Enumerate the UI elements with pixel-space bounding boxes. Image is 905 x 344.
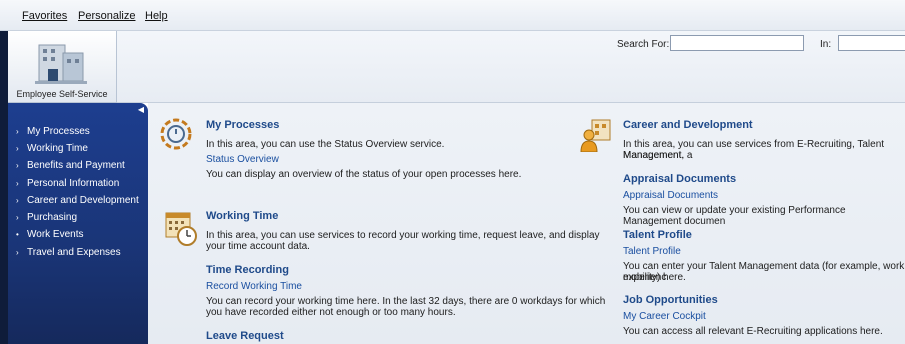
subsection-title-time-recording: Time Recording xyxy=(206,264,289,276)
time-recording-text-2: you have recorded either not enough or t… xyxy=(206,307,456,318)
link-talent-profile[interactable]: Talent Profile xyxy=(623,246,681,257)
link-status-overview[interactable]: Status Overview xyxy=(206,154,279,165)
chevron-right-icon: › xyxy=(16,144,19,153)
sidebar-item-label: Career and Development xyxy=(27,195,139,206)
career-desc-2: Management. xyxy=(623,150,685,161)
subsection-title-leave-request: Leave Request xyxy=(206,330,284,342)
sidebar-item-work-events[interactable]: • Work Events xyxy=(8,228,148,244)
section-title-working-time: Working Time xyxy=(206,210,279,222)
processes-icon xyxy=(160,118,192,150)
chevron-right-icon: › xyxy=(16,248,19,257)
menu-favorites[interactable]: Favorites xyxy=(22,10,67,22)
working-time-desc-2: your time account data. xyxy=(206,241,310,252)
sidebar-item-label: Benefits and Payment xyxy=(27,160,125,171)
chevron-right-icon: › xyxy=(16,161,19,170)
chevron-right-icon: › xyxy=(16,179,19,188)
sidebar: ◀ › My Processes › Working Time › Benefi… xyxy=(8,103,148,344)
sidebar-item-purchasing[interactable]: › Purchasing xyxy=(8,211,148,227)
link-my-career-cockpit[interactable]: My Career Cockpit xyxy=(623,311,706,322)
ess-tile-label: Employee Self-Service xyxy=(16,89,108,99)
sidebar-item-label: Working Time xyxy=(27,143,88,154)
sidebar-item-personal-info[interactable]: › Personal Information xyxy=(8,177,148,193)
bullet-icon: • xyxy=(16,230,19,239)
talent-text-2: mobility) here. xyxy=(623,272,686,283)
search-input[interactable] xyxy=(670,35,804,51)
main-content: My Processes In this area, you can use t… xyxy=(148,103,905,344)
appraisal-text: You can view or update your existing Per… xyxy=(623,205,846,227)
sidebar-item-label: Work Events xyxy=(27,229,84,240)
sidebar-item-benefits[interactable]: › Benefits and Payment xyxy=(8,159,148,175)
jobs-text: You can access all relevant E-Recruiting… xyxy=(623,326,883,337)
section-title-my-processes: My Processes xyxy=(206,119,280,131)
collapse-icon[interactable]: ◀ xyxy=(138,105,144,114)
subsection-title-appraisal: Appraisal Documents xyxy=(623,173,737,185)
subsection-title-jobs: Job Opportunities xyxy=(623,294,718,306)
building-icon xyxy=(35,44,87,84)
time-recording-text-1: You can record your working time here. I… xyxy=(206,296,606,307)
ess-tile[interactable]: Employee Self-Service xyxy=(8,31,117,103)
search-for-label: Search For: xyxy=(617,39,670,50)
career-icon xyxy=(580,119,611,152)
link-record-working-time[interactable]: Record Working Time xyxy=(206,281,302,292)
status-overview-desc: You can display an overview of the statu… xyxy=(206,169,522,180)
search-in-label: In: xyxy=(820,39,832,50)
search-scope-select[interactable] xyxy=(838,35,905,51)
chevron-right-icon: › xyxy=(16,196,19,205)
sidebar-item-label: Travel and Expenses xyxy=(27,247,121,258)
sidebar-item-career[interactable]: › Career and Development xyxy=(8,194,148,210)
subsection-title-talent: Talent Profile xyxy=(623,229,692,241)
menu-personalize[interactable]: Personalize xyxy=(78,10,135,22)
sidebar-item-label: Personal Information xyxy=(27,178,120,189)
sidebar-item-working-time[interactable]: › Working Time xyxy=(8,142,148,158)
link-appraisal-documents[interactable]: Appraisal Documents xyxy=(623,190,718,201)
working-time-desc-1: In this area, you can use services to re… xyxy=(206,230,600,241)
chevron-right-icon: › xyxy=(16,127,19,136)
sidebar-item-travel[interactable]: › Travel and Expenses xyxy=(8,246,148,262)
sidebar-item-my-processes[interactable]: › My Processes xyxy=(8,125,148,141)
calendar-clock-icon xyxy=(165,212,197,246)
section-title-career: Career and Development xyxy=(623,119,753,131)
sidebar-item-label: My Processes xyxy=(27,126,90,137)
my-processes-desc: In this area, you can use the Status Ove… xyxy=(206,139,445,150)
chevron-right-icon: › xyxy=(16,213,19,222)
menu-bar: Favorites Personalize Help xyxy=(0,0,905,31)
menu-help[interactable]: Help xyxy=(145,10,168,22)
sidebar-item-label: Purchasing xyxy=(27,212,78,223)
left-strip xyxy=(0,31,8,344)
